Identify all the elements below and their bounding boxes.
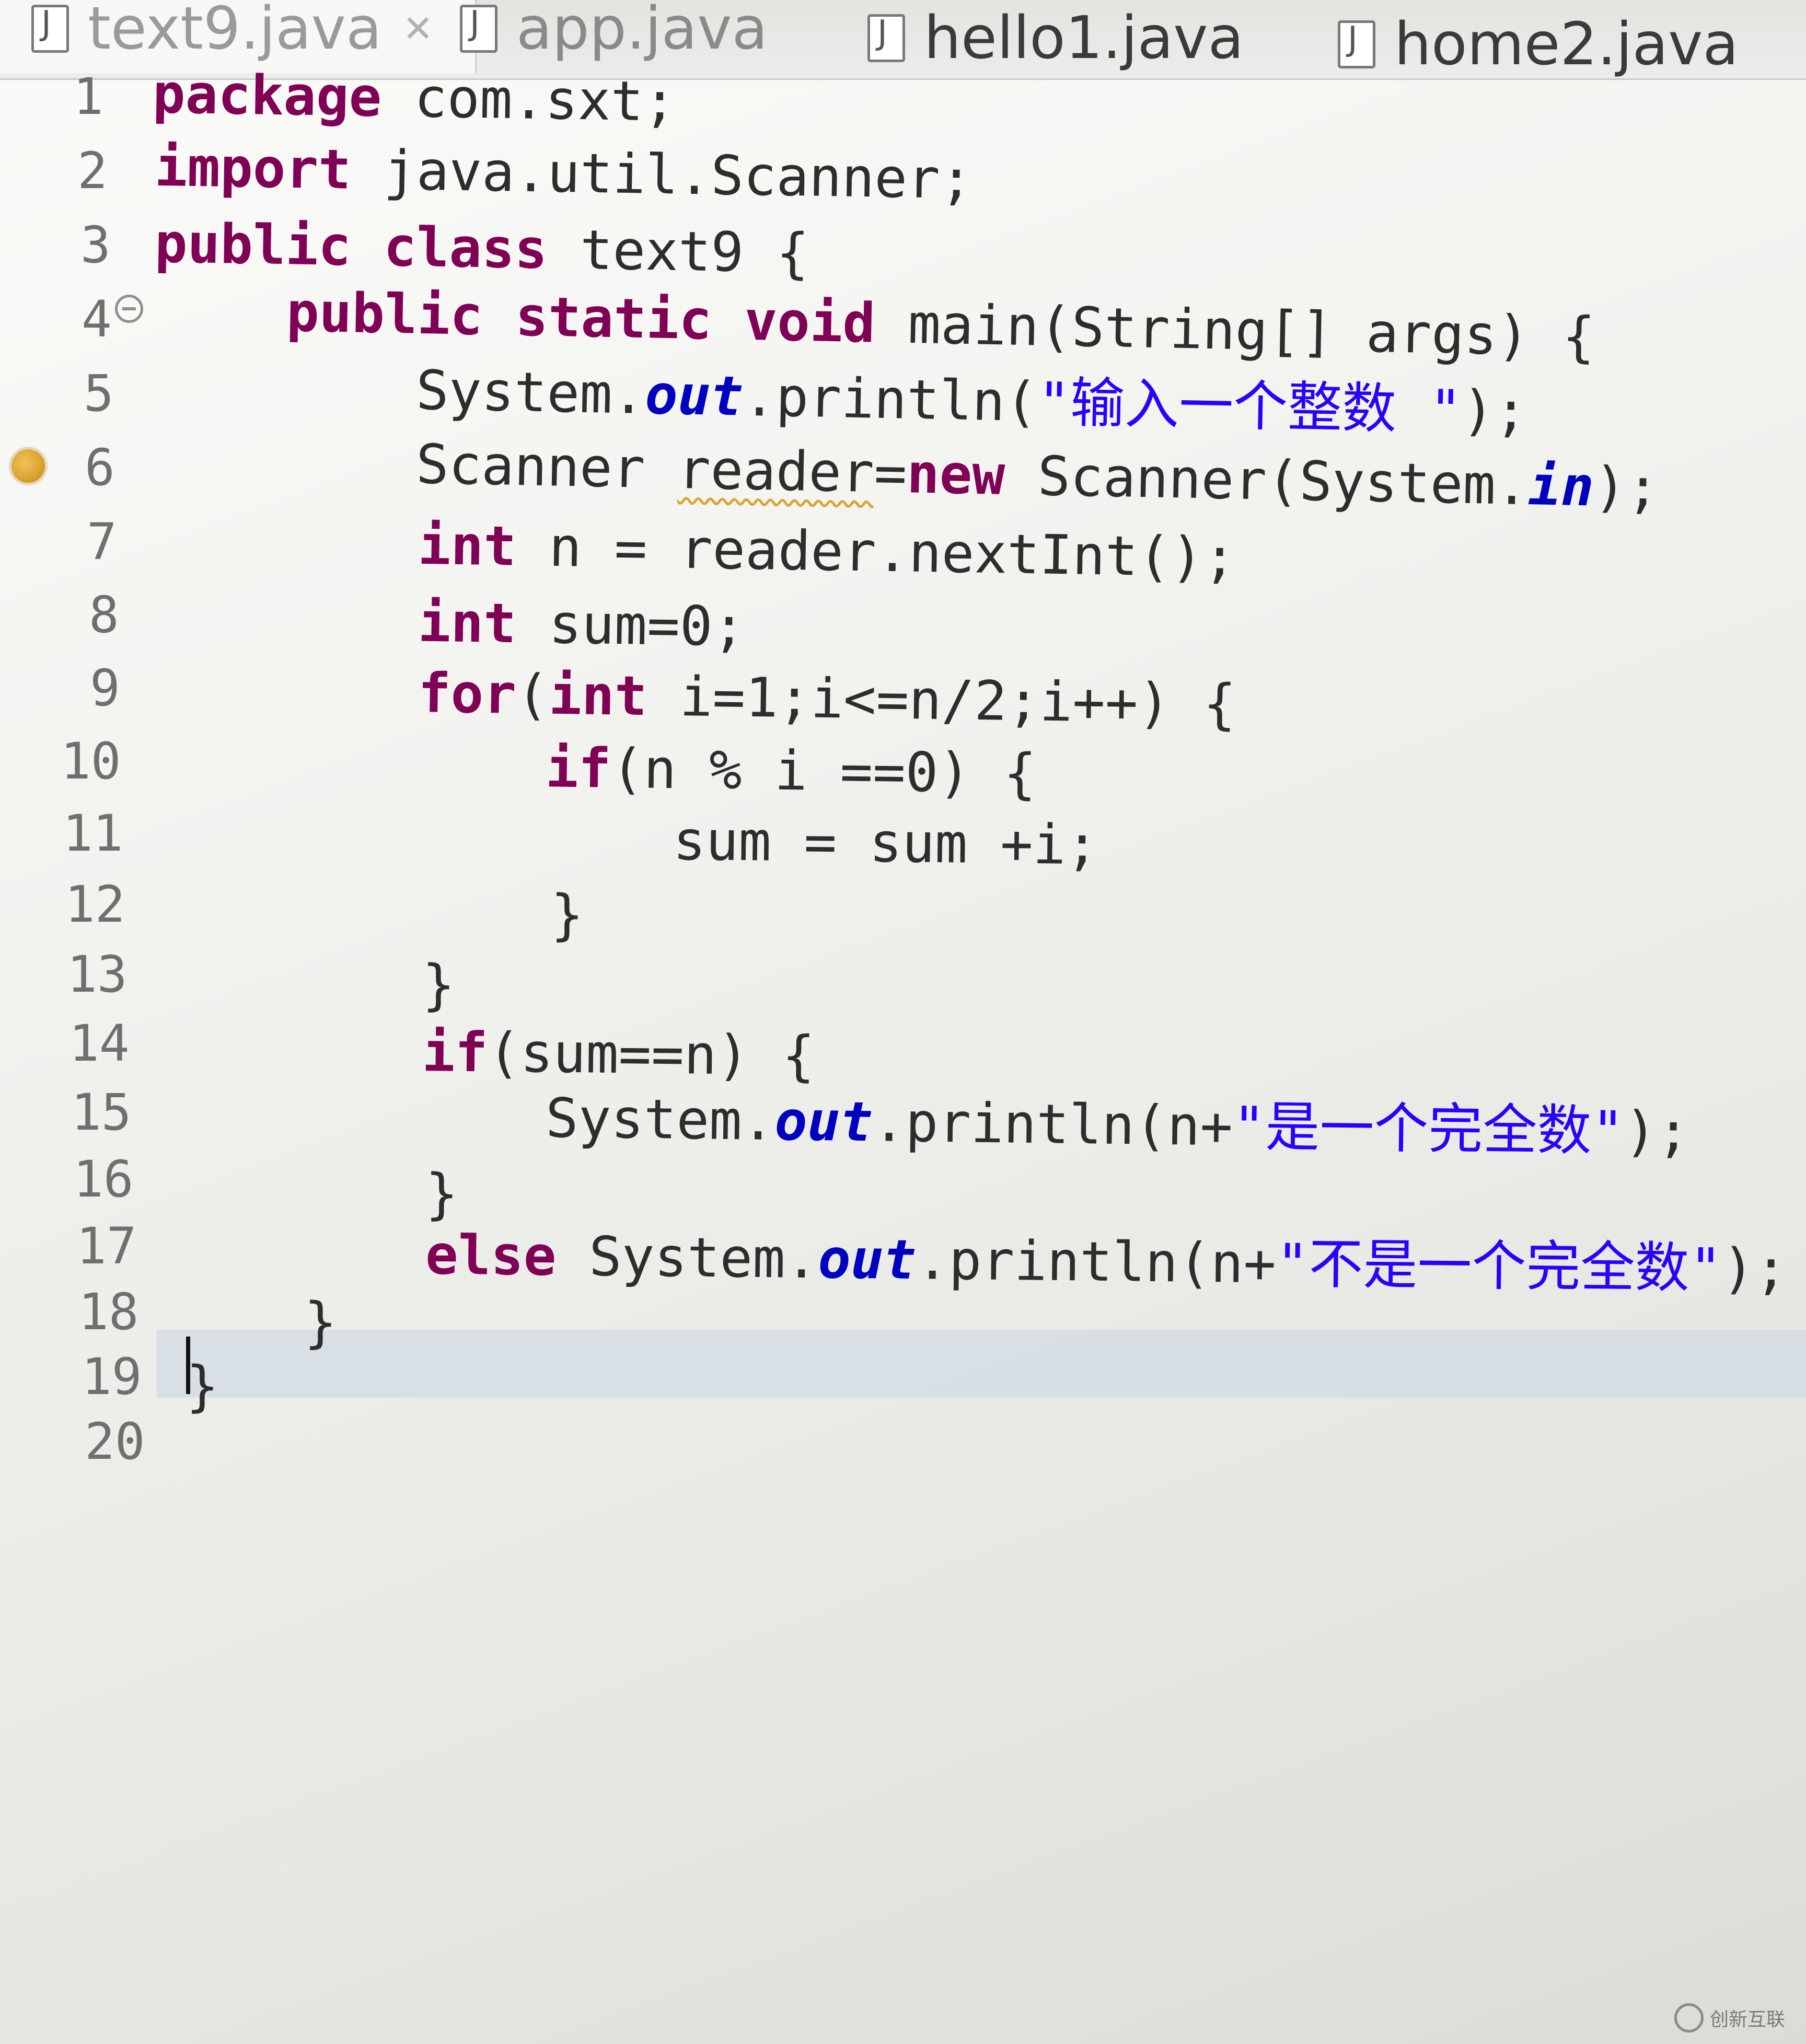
site-watermark: 创新互联 <box>1674 2002 1785 2034</box>
code-line-14[interactable]: if(sum==n) { <box>422 1018 815 1090</box>
close-icon[interactable]: ✕ <box>403 7 434 50</box>
line-number: 7 <box>87 513 117 571</box>
unused-resource-warning: reader <box>677 437 875 505</box>
code-line-10[interactable]: if(n % i ==0) { <box>545 734 1037 807</box>
code-line-15[interactable]: System.out.println(n+"是一个完全数"); <box>545 1084 1690 1166</box>
code-line-13[interactable]: } <box>422 951 455 1019</box>
line-number: 18 <box>78 1283 139 1341</box>
watermark-label: 创新互联 <box>1709 2009 1785 2030</box>
line-number: 8 <box>89 586 119 644</box>
java-file-icon <box>1338 20 1375 68</box>
tab-label: text9.java <box>88 0 382 63</box>
line-number: 1 <box>73 67 103 126</box>
line-number: 13 <box>67 945 128 1004</box>
code-line-7[interactable]: int n = reader.nextInt(); <box>418 511 1236 592</box>
code-line-11[interactable]: sum = sum +i; <box>673 807 1098 879</box>
code-line-18[interactable]: } <box>304 1288 337 1356</box>
java-file-icon <box>31 4 69 53</box>
tab-hello1[interactable]: hello1.java <box>867 0 1244 83</box>
code-line-17[interactable]: else System.out.println(n+"不是一个完全数"); <box>425 1221 1788 1303</box>
line-number: 17 <box>76 1217 137 1275</box>
line-number: 11 <box>63 804 123 863</box>
line-number: 9 <box>90 659 120 717</box>
code-line-19[interactable]: } <box>186 1352 219 1420</box>
fold-collapse-icon[interactable] <box>114 295 143 323</box>
java-file-icon <box>460 4 497 53</box>
line-number: 14 <box>69 1014 130 1073</box>
warning-icon[interactable] <box>11 449 45 483</box>
line-number: 12 <box>65 875 125 934</box>
java-file-icon <box>867 14 905 62</box>
eclipse-editor-window: text9.java ✕ app.java hello1.java home2.… <box>0 0 1806 2044</box>
code-line-12[interactable]: } <box>551 881 584 949</box>
tab-label: app.java <box>516 0 768 63</box>
code-line-16[interactable]: } <box>425 1160 458 1228</box>
line-number: 20 <box>85 1412 145 1471</box>
code-line-5[interactable]: System.out.println("输入一个整数 "); <box>415 356 1528 446</box>
code-line-8[interactable]: int sum=0; <box>418 588 746 661</box>
tab-label: home2.java <box>1394 10 1739 78</box>
code-line-1[interactable]: package com.sxt; <box>152 60 677 136</box>
line-number: 2 <box>77 142 108 200</box>
line-number: 19 <box>82 1348 142 1406</box>
tab-home2[interactable]: home2.java <box>1338 0 1739 89</box>
line-number: 5 <box>84 364 114 423</box>
line-number: 4 <box>82 285 143 353</box>
line-number: 15 <box>71 1083 132 1142</box>
line-number: 6 <box>85 438 115 497</box>
line-number: 10 <box>61 732 121 791</box>
code-line-3[interactable]: public class text9 { <box>154 209 809 287</box>
tab-label: hello1.java <box>924 4 1244 72</box>
tab-app[interactable]: app.java <box>460 0 768 73</box>
line-number: 3 <box>80 216 111 274</box>
current-line-highlight <box>157 1330 1806 1398</box>
line-number: 16 <box>73 1150 134 1209</box>
watermark-logo-icon <box>1674 2003 1704 2033</box>
code-line-2[interactable]: import java.util.Scanner; <box>154 133 973 214</box>
code-line-9[interactable]: for(int i=1;i<=n/2;i++) { <box>418 659 1236 738</box>
